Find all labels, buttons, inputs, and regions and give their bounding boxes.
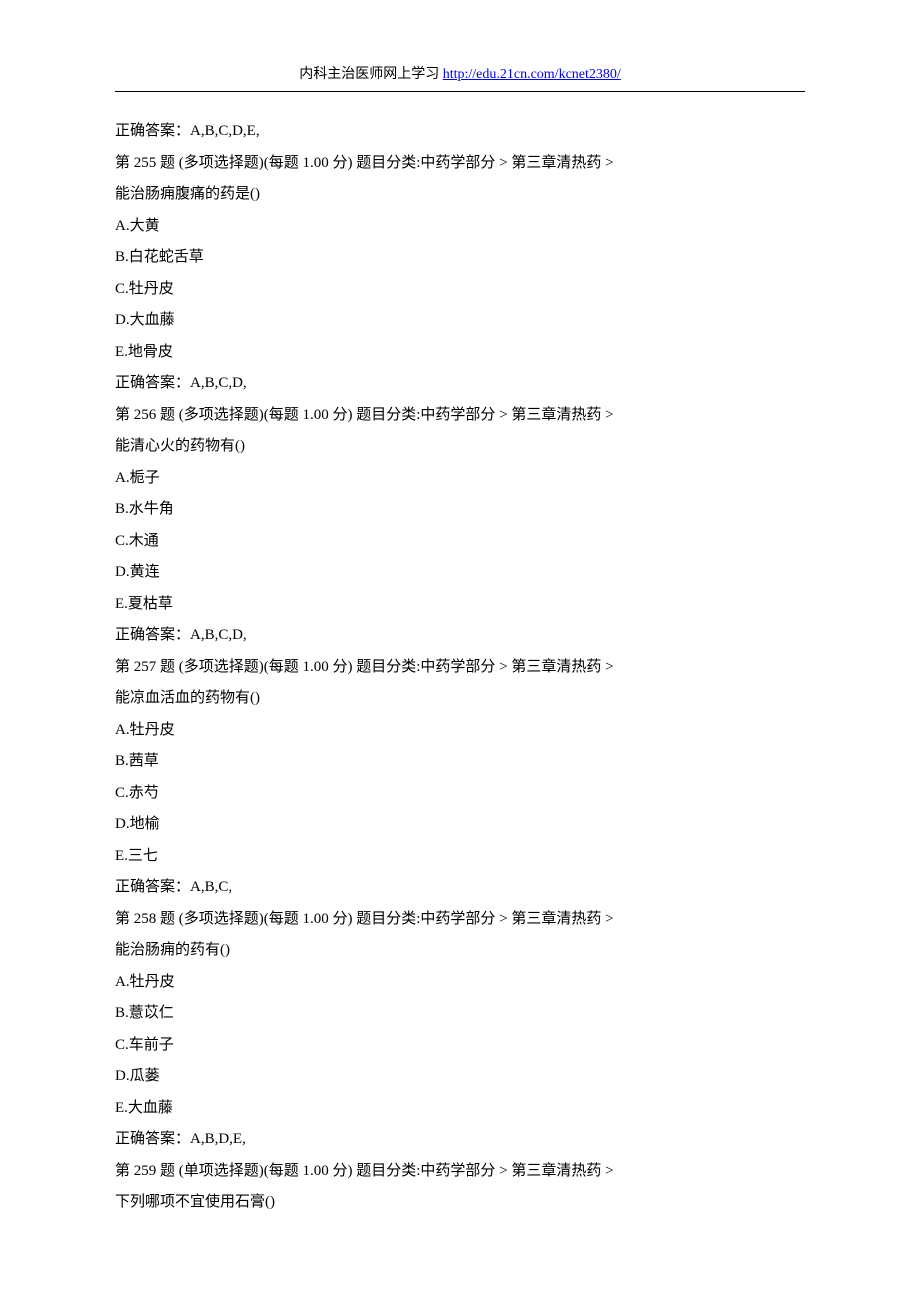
text-line: 正确答案：A,B,C,D, xyxy=(115,368,805,400)
text-line: 能凉血活血的药物有() xyxy=(115,683,805,715)
text-line: A.栀子 xyxy=(115,463,805,495)
text-line: 正确答案：A,B,D,E, xyxy=(115,1124,805,1156)
text-line: 第 257 题 (多项选择题)(每题 1.00 分) 题目分类:中药学部分 > … xyxy=(115,652,805,684)
text-line: 正确答案：A,B,C, xyxy=(115,872,805,904)
text-line: C.木通 xyxy=(115,526,805,558)
page-header: 内科主治医师网上学习 http://edu.21cn.com/kcnet2380… xyxy=(115,60,805,89)
document-page: 内科主治医师网上学习 http://edu.21cn.com/kcnet2380… xyxy=(0,0,920,1302)
text-line: E.夏枯草 xyxy=(115,589,805,621)
text-line: C.牡丹皮 xyxy=(115,274,805,306)
text-line: A.大黄 xyxy=(115,211,805,243)
text-line: 第 259 题 (单项选择题)(每题 1.00 分) 题目分类:中药学部分 > … xyxy=(115,1156,805,1188)
text-line: 第 258 题 (多项选择题)(每题 1.00 分) 题目分类:中药学部分 > … xyxy=(115,904,805,936)
header-rule xyxy=(115,91,805,92)
text-line: 能清心火的药物有() xyxy=(115,431,805,463)
text-line: 下列哪项不宜使用石膏() xyxy=(115,1187,805,1219)
text-line: D.黄连 xyxy=(115,557,805,589)
text-line: B.白花蛇舌草 xyxy=(115,242,805,274)
text-line: A.牡丹皮 xyxy=(115,715,805,747)
document-body: 正确答案：A,B,C,D,E,第 255 题 (多项选择题)(每题 1.00 分… xyxy=(115,116,805,1219)
text-line: 能治肠痈腹痛的药是() xyxy=(115,179,805,211)
text-line: 正确答案：A,B,C,D, xyxy=(115,620,805,652)
text-line: 第 255 题 (多项选择题)(每题 1.00 分) 题目分类:中药学部分 > … xyxy=(115,148,805,180)
header-link[interactable]: http://edu.21cn.com/kcnet2380/ xyxy=(443,67,621,82)
text-line: A.牡丹皮 xyxy=(115,967,805,999)
text-line: B.薏苡仁 xyxy=(115,998,805,1030)
text-line: C.赤芍 xyxy=(115,778,805,810)
text-line: B.水牛角 xyxy=(115,494,805,526)
text-line: D.地榆 xyxy=(115,809,805,841)
text-line: C.车前子 xyxy=(115,1030,805,1062)
text-line: D.大血藤 xyxy=(115,305,805,337)
text-line: 正确答案：A,B,C,D,E, xyxy=(115,116,805,148)
text-line: E.三七 xyxy=(115,841,805,873)
text-line: 能治肠痈的药有() xyxy=(115,935,805,967)
text-line: B.茜草 xyxy=(115,746,805,778)
text-line: E.大血藤 xyxy=(115,1093,805,1125)
text-line: D.瓜蒌 xyxy=(115,1061,805,1093)
text-line: 第 256 题 (多项选择题)(每题 1.00 分) 题目分类:中药学部分 > … xyxy=(115,400,805,432)
header-text: 内科主治医师网上学习 xyxy=(299,67,439,82)
text-line: E.地骨皮 xyxy=(115,337,805,369)
